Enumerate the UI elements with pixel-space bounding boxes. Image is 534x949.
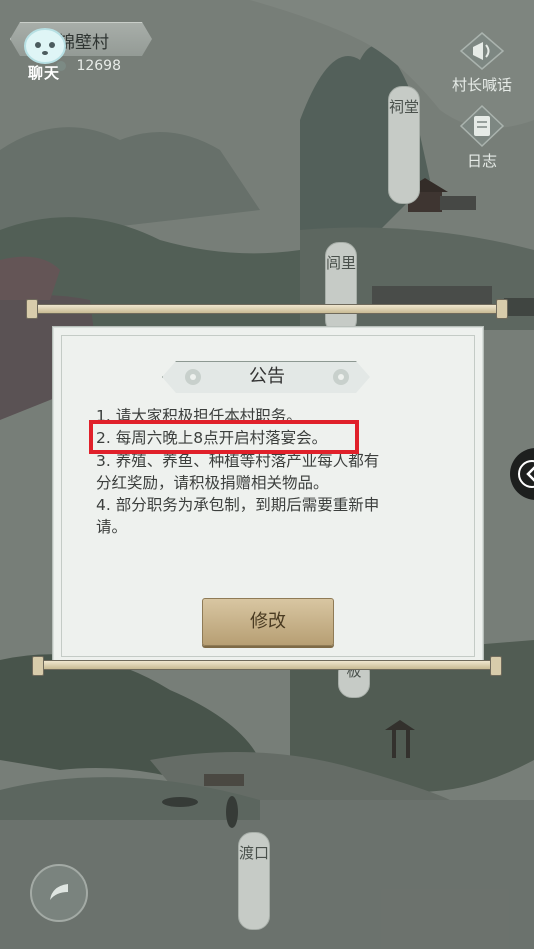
scroll-rod-bottom [36, 660, 498, 670]
neighborhood-label[interactable]: 闾里 [325, 242, 357, 334]
log-button[interactable]: 日志 [452, 104, 512, 171]
ancestral-hall-label[interactable]: 祠堂 [388, 86, 420, 204]
edit-button[interactable]: 修改 [202, 598, 334, 646]
scroll-cap-right [496, 299, 508, 319]
scroll-cap-left [26, 299, 38, 319]
scroll-cap-bottom-left [32, 656, 44, 676]
notice-line-5: 4. 部分职务为承包制，到期后需要重新申 [96, 496, 380, 514]
notice-line-4: 分红奖励，请积极捐赠相关物品。 [96, 474, 329, 492]
side-panel-toggle[interactable] [510, 448, 534, 500]
scroll-icon [459, 104, 505, 148]
highlight-box [89, 420, 359, 454]
notice-title: 公告 [249, 366, 285, 387]
megaphone-icon [459, 32, 505, 70]
population-value: 12698 [76, 58, 121, 74]
notice-line-6: 请。 [96, 518, 128, 536]
scroll-cap-bottom-right [490, 656, 502, 676]
chevron-left-icon [518, 460, 534, 488]
chief-shout-button[interactable]: 村长喊话 [442, 30, 522, 95]
chief-shout-label: 村长喊话 [451, 76, 512, 94]
scroll-rod-top [30, 304, 504, 314]
back-arrow-icon[interactable] [28, 862, 90, 924]
log-label: 日志 [466, 152, 497, 170]
chat-label[interactable]: 聊天 [28, 62, 60, 83]
ferry-label[interactable]: 渡口 [238, 832, 270, 930]
